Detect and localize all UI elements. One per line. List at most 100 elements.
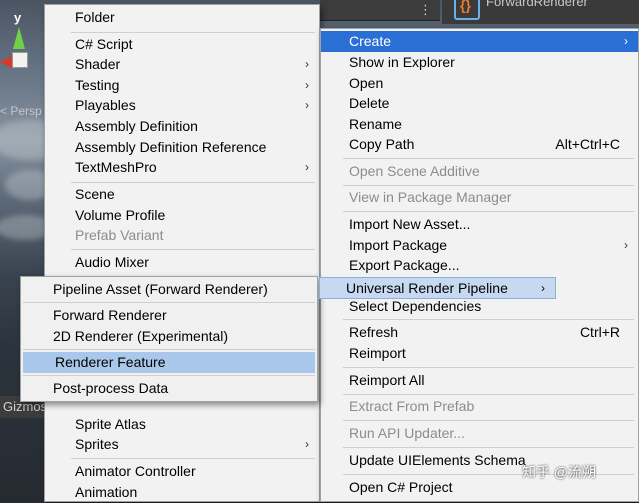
menu-item-import-package[interactable]: Import Package › — [321, 235, 638, 256]
menu-item-import-new-asset[interactable]: Import New Asset... — [321, 214, 638, 235]
menu-item-label: Reimport — [349, 345, 406, 361]
menu-item-label: Audio Mixer — [75, 254, 149, 270]
menu-separator — [71, 458, 315, 459]
menu-separator — [71, 249, 315, 250]
menu-item-audio-mixer[interactable]: Audio Mixer — [45, 252, 319, 273]
more-options-icon[interactable]: ⋮ — [419, 2, 432, 18]
menu-item-label: Post-process Data — [53, 380, 169, 396]
menu-separator — [343, 447, 634, 448]
menu-item-label: Update UIElements Schema — [349, 452, 526, 468]
shortcut-label: Ctrl+R — [579, 324, 620, 340]
menu-item-label: Animator Controller — [75, 463, 196, 479]
menu-item-label: Copy Path — [349, 136, 415, 152]
menu-item-2d-renderer[interactable]: 2D Renderer (Experimental) — [21, 326, 317, 347]
menu-separator — [343, 319, 634, 320]
menu-item-folder[interactable]: Folder — [45, 7, 319, 28]
menu-item-animation[interactable]: Animation — [45, 482, 319, 503]
menu-item-testing[interactable]: Testing › — [45, 75, 319, 96]
chevron-right-icon: › — [305, 57, 309, 71]
menu-item-renderer-feature[interactable]: Renderer Feature — [23, 352, 315, 373]
menu-item-label: Show in Explorer — [349, 54, 455, 70]
menu-item-label: Run API Updater... — [349, 425, 465, 441]
scene-gizmo-x-cone[interactable] — [0, 56, 12, 68]
menu-item-assembly-definition[interactable]: Assembly Definition — [45, 116, 319, 137]
menu-item-label: C# Script — [75, 36, 133, 52]
menu-item-textmeshpro[interactable]: TextMeshPro › — [45, 157, 319, 178]
chevron-right-icon: › — [305, 78, 309, 92]
menu-item-run-api-updater: Run API Updater... — [321, 423, 638, 444]
menu-item-open[interactable]: Open — [321, 73, 638, 94]
menu-item-playables[interactable]: Playables › — [45, 95, 319, 116]
menu-item-label: Assembly Definition Reference — [75, 139, 267, 155]
inspector-header: {} ForwardRenderer — [442, 0, 639, 24]
chevron-right-icon: › — [305, 437, 309, 451]
menu-item-label: View in Package Manager — [349, 189, 512, 205]
menu-item-scene[interactable]: Scene — [45, 184, 319, 205]
chevron-right-icon: › — [624, 238, 628, 252]
panel-header: ⋮ — [320, 0, 440, 21]
menu-separator — [343, 420, 634, 421]
asset-name: ForwardRenderer — [486, 0, 588, 9]
menu-item-universal-render-pipeline[interactable]: Universal Render Pipeline › — [319, 277, 556, 299]
menu-item-open-scene-additive: Open Scene Additive — [321, 161, 638, 182]
menu-item-sprite-atlas[interactable]: Sprite Atlas — [45, 414, 319, 435]
menu-item-label: Rename — [349, 116, 402, 132]
menu-item-prefab-variant: Prefab Variant — [45, 225, 319, 246]
menu-item-reimport[interactable]: Reimport — [321, 343, 638, 364]
projection-label[interactable]: < Persp — [0, 104, 42, 118]
menu-separator — [343, 211, 634, 212]
menu-item-label: Open C# Project — [349, 479, 453, 495]
menu-item-label: Assembly Definition — [75, 118, 198, 134]
menu-item-volume-profile[interactable]: Volume Profile — [45, 205, 319, 226]
menu-item-copy-path[interactable]: Copy Path Alt+Ctrl+C — [321, 134, 638, 155]
menu-item-label: Renderer Feature — [55, 354, 166, 370]
menu-separator — [343, 185, 634, 186]
chevron-right-icon: › — [624, 34, 628, 48]
menu-item-label: Shader — [75, 56, 121, 72]
scene-gizmo-cube[interactable] — [12, 52, 28, 68]
menu-item-view-in-package-manager: View in Package Manager — [321, 187, 638, 208]
scene-gizmo-y-axis[interactable]: y — [14, 10, 21, 25]
scene-gizmo-y-cone[interactable] — [13, 27, 25, 49]
menu-item-label: Volume Profile — [75, 207, 166, 223]
menu-item-label: Extract From Prefab — [349, 398, 475, 414]
create-submenu: Folder C# Script Shader › Testing › Playab… — [44, 4, 320, 502]
menu-item-label: Scene — [75, 186, 115, 202]
menu-item-label: Forward Renderer — [53, 307, 167, 323]
menu-separator — [343, 394, 634, 395]
menu-separator — [71, 182, 315, 183]
menu-item-csharp-script[interactable]: C# Script — [45, 34, 319, 55]
menu-item-refresh[interactable]: Refresh Ctrl+R — [321, 322, 638, 343]
menu-item-label: Delete — [349, 95, 390, 111]
menu-separator — [23, 302, 315, 303]
menu-item-select-dependencies[interactable]: Select Dependencies — [321, 296, 638, 317]
menu-item-label: Open Scene Additive — [349, 163, 480, 179]
menu-item-pipeline-asset[interactable]: Pipeline Asset (Forward Renderer) — [21, 279, 317, 300]
menu-item-export-package[interactable]: Export Package... — [321, 255, 638, 276]
menu-item-label: Refresh — [349, 324, 399, 340]
menu-item-sprites[interactable]: Sprites › — [45, 434, 319, 455]
project-context-menu: Create › Show in Explorer Open Delete Ren… — [320, 28, 639, 502]
menu-item-label: Playables — [75, 97, 136, 113]
script-asset-icon: {} — [454, 0, 480, 20]
menu-item-label: TextMeshPro — [75, 159, 157, 175]
menu-item-animator-controller[interactable]: Animator Controller — [45, 461, 319, 482]
menu-item-post-process-data[interactable]: Post-process Data — [21, 378, 317, 399]
menu-item-reimport-all[interactable]: Reimport All — [321, 370, 638, 391]
menu-item-label: Sprite Atlas — [75, 416, 146, 432]
menu-item-rename[interactable]: Rename — [321, 114, 638, 135]
menu-item-assembly-definition-reference[interactable]: Assembly Definition Reference — [45, 137, 319, 158]
menu-item-delete[interactable]: Delete — [321, 93, 638, 114]
menu-item-shader[interactable]: Shader › — [45, 54, 319, 75]
menu-separator — [23, 375, 315, 376]
menu-item-create[interactable]: Create › — [321, 31, 638, 52]
watermark: 知乎 @流朔 — [522, 464, 597, 480]
menu-item-label: Pipeline Asset (Forward Renderer) — [53, 281, 268, 297]
menu-item-label: Select Dependencies — [349, 298, 482, 314]
menu-item-label: Sprites — [75, 436, 119, 452]
urp-submenu: Pipeline Asset (Forward Renderer) Forwar… — [20, 276, 318, 402]
menu-item-forward-renderer[interactable]: Forward Renderer — [21, 305, 317, 326]
menu-item-label: 2D Renderer (Experimental) — [53, 328, 229, 344]
menu-item-label: Prefab Variant — [75, 227, 164, 243]
menu-item-show-in-explorer[interactable]: Show in Explorer — [321, 52, 638, 73]
